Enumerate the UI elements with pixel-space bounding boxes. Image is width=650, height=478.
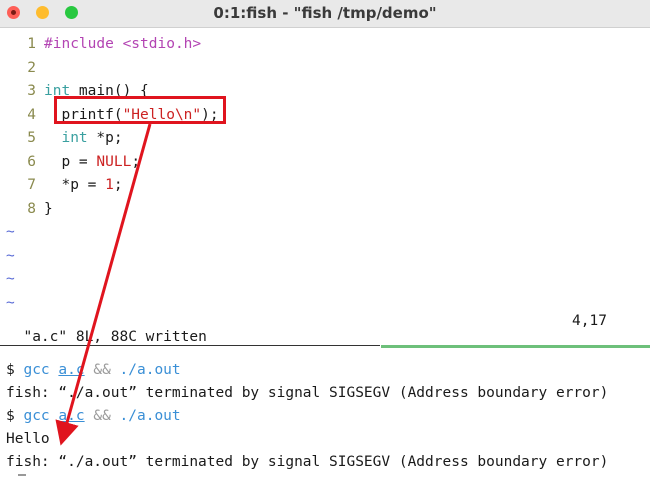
- terminal-token: fish: “./a.out” terminated by signal SIG…: [6, 385, 609, 401]
- line-number: 6: [27, 153, 36, 170]
- highlight-box-annotation: [54, 96, 226, 124]
- line-number: 8: [27, 200, 36, 217]
- terminal-token: ./a.out: [119, 408, 181, 424]
- line-number: 7: [27, 177, 36, 193]
- vim-editor[interactable]: 1 #include <stdio.h> 2 3 int main() {4 print…: [0, 33, 650, 315]
- vim-command-line: "a.c" 8L, 88C written 4,17: [6, 313, 636, 345]
- code-token: *p =: [44, 177, 106, 193]
- line-number: 2: [27, 59, 36, 76]
- empty-buffer-line: ~: [0, 221, 650, 245]
- line-number: 1: [27, 36, 36, 52]
- empty-buffer-line: ~: [0, 245, 650, 269]
- active-pane-divider[interactable]: [381, 345, 650, 348]
- terminal-line: fish: “./a.out” terminated by signal SIG…: [6, 382, 646, 405]
- line-number: 3: [27, 83, 36, 99]
- code-token: }: [44, 200, 53, 217]
- terminal-token: gcc: [23, 408, 50, 424]
- terminal-token: a.c: [58, 408, 85, 424]
- tilde-marker: ~: [6, 224, 15, 240]
- terminal-token: &&: [84, 362, 120, 378]
- tilde-marker: ~: [6, 294, 15, 311]
- terminal-token: $: [6, 408, 24, 424]
- pane-divider[interactable]: [0, 345, 380, 346]
- terminal-token: gcc: [23, 362, 50, 378]
- cursor-position: 4,17: [572, 313, 607, 329]
- tilde-marker: ~: [6, 271, 15, 287]
- code-line: 2: [0, 57, 650, 81]
- window-title: 0:1:fish - "fish /tmp/demo": [213, 4, 437, 22]
- code-token: 1: [105, 177, 114, 193]
- terminal-token: &&: [84, 408, 120, 424]
- terminal-token: Hello: [6, 431, 50, 447]
- terminal-line: $ gcc a.c && ./a.out: [6, 405, 646, 428]
- tilde-marker: ~: [6, 247, 15, 264]
- window-titlebar: 0:1:fish - "fish /tmp/demo": [0, 0, 650, 28]
- line-number: 4: [27, 106, 36, 123]
- fish-terminal-pane[interactable]: $ gcc a.c && ./a.out fish: “./a.out” term…: [6, 359, 646, 474]
- terminal-line: $ gcc a.c && ./a.out: [6, 359, 646, 382]
- code-line: 5 int *p;: [0, 127, 650, 151]
- code-line: 7 *p = 1;: [0, 174, 650, 198]
- code-token: p =: [44, 153, 97, 170]
- code-token: ;: [113, 177, 123, 193]
- terminal-line: Hello: [6, 428, 646, 451]
- terminal-token: $: [6, 362, 24, 378]
- code-token: int: [61, 130, 88, 146]
- code-line: 6 p = NULL;: [0, 151, 650, 175]
- line-number: 5: [27, 130, 36, 146]
- terminal-token: fish: “./a.out” terminated by signal SIG…: [6, 454, 609, 470]
- code-token: #include <stdio.h>: [44, 36, 202, 52]
- terminal-cursor: [18, 474, 26, 476]
- terminal-token: a.c: [58, 362, 85, 378]
- code-line: 1 #include <stdio.h>: [0, 33, 650, 57]
- code-line: 8}: [0, 198, 650, 222]
- terminal-token: ./a.out: [119, 362, 181, 378]
- empty-buffer-line: ~: [0, 268, 650, 292]
- status-message: "a.c" 8L, 88C written: [23, 329, 207, 345]
- code-token: ;: [131, 153, 141, 170]
- code-token: NULL: [96, 153, 132, 170]
- empty-buffer-line: ~: [0, 292, 650, 316]
- code-token: *p;: [87, 130, 123, 146]
- terminal-line: fish: “./a.out” terminated by signal SIG…: [6, 451, 646, 474]
